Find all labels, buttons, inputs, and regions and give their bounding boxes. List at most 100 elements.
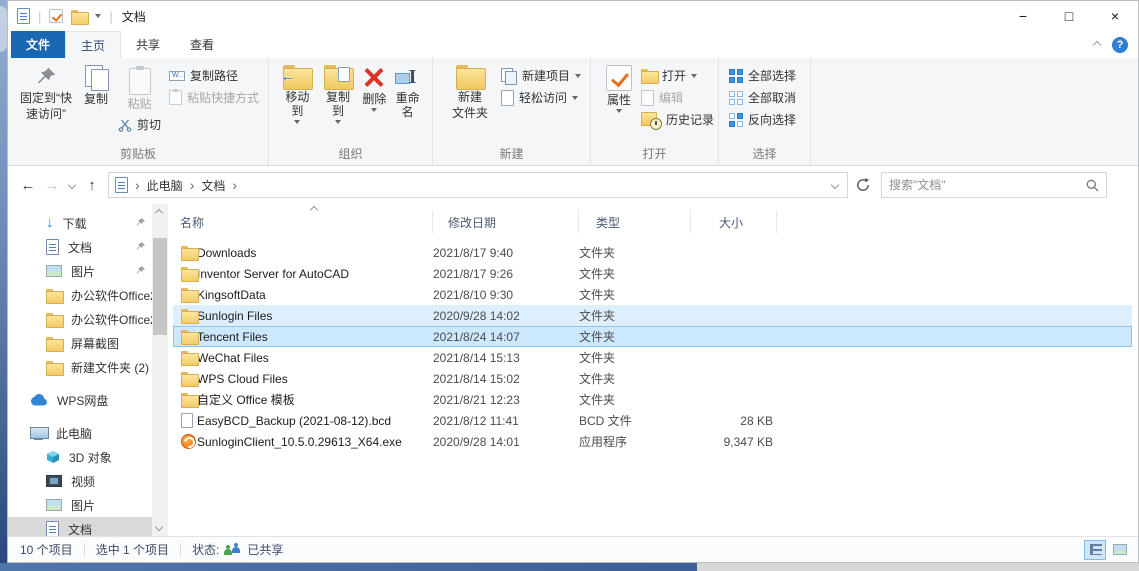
rename-button[interactable]: I 重命名: [390, 63, 428, 121]
ribbon-group-organize: ← 移动到 复制到 删除 I 重命名 组织: [269, 58, 433, 165]
select-all-button[interactable]: 全部选择: [725, 65, 800, 86]
new-item-button[interactable]: 新建项目: [497, 65, 585, 86]
file-row[interactable]: EasyBCD_Backup (2021-08-12).bcd 2021/8/1…: [173, 410, 1132, 431]
new-folder-qat-icon[interactable]: [71, 9, 90, 25]
navigation-pane: ↓ 下载 文档 图片 办公软件Office2 办公软件Office2 屏幕截图 …: [8, 204, 168, 536]
status-bar: 10 个项目 选中 1 个项目 状态: 已共享: [8, 536, 1138, 562]
move-to-icon: ←: [280, 65, 314, 90]
column-header-size[interactable]: 大小: [691, 211, 777, 233]
file-row-hovered[interactable]: Sunlogin Files 2020/9/28 14:02 文件夹: [173, 305, 1132, 326]
scroll-up-icon[interactable]: [154, 208, 164, 218]
file-row[interactable]: KingsoftData 2021/8/10 9:30 文件夹: [173, 284, 1132, 305]
copy-icon: [83, 65, 109, 91]
cube-icon: [47, 451, 59, 463]
back-button[interactable]: ←: [16, 177, 40, 194]
copy-path-icon: W…: [169, 70, 186, 81]
pin-to-quick-access-button[interactable]: 固定到“快 速访问”: [14, 63, 78, 123]
forward-button[interactable]: →: [40, 177, 64, 194]
move-to-button[interactable]: ← 移动到: [277, 63, 318, 126]
sidebar-item-wps-cloud[interactable]: WPS网盘: [8, 388, 152, 412]
picture-icon: [46, 265, 62, 277]
breadcrumb-documents[interactable]: 文档: [201, 177, 225, 194]
column-header-name[interactable]: 名称: [173, 205, 433, 233]
new-folder-button[interactable]: 新建 文件夹: [447, 63, 493, 122]
tab-home[interactable]: 主页: [65, 31, 122, 58]
file-row-selected[interactable]: Tencent Files 2021/8/24 14:07 文件夹: [173, 326, 1132, 347]
open-button[interactable]: 打开: [637, 65, 718, 86]
up-button[interactable]: ↑: [80, 177, 104, 194]
edit-button[interactable]: 编辑: [637, 87, 718, 108]
paste-shortcut-button[interactable]: 粘贴快捷方式: [165, 87, 263, 108]
delete-button[interactable]: 删除: [358, 63, 390, 114]
folder-icon: [181, 393, 199, 408]
refresh-button[interactable]: [849, 172, 876, 198]
copy-button[interactable]: 复制: [78, 63, 114, 108]
selected-count: 选中 1 个项目: [95, 543, 170, 557]
item-count: 10 个项目: [20, 543, 73, 557]
shared-people-icon: [223, 543, 243, 556]
ribbon-group-select: 全部选择 全部取消 反向选择 选择: [719, 58, 811, 165]
address-location-icon: [115, 177, 128, 193]
search-box[interactable]: [881, 172, 1107, 198]
group-label-open: 打开: [642, 147, 667, 161]
folder-icon: [181, 246, 199, 261]
rename-icon: I: [394, 65, 421, 89]
copy-to-button[interactable]: 复制到: [318, 63, 359, 126]
ribbon: 固定到“快 速访问” 复制 粘贴 剪切 W… 复制路径 粘贴快捷方式 剪贴板 ←…: [8, 58, 1138, 166]
invert-selection-button[interactable]: 反向选择: [725, 109, 800, 130]
minimize-button[interactable]: −: [1000, 1, 1046, 31]
film-icon: [46, 475, 62, 487]
column-header-type[interactable]: 类型: [579, 211, 691, 233]
column-header-date[interactable]: 修改日期: [433, 211, 579, 233]
help-icon[interactable]: ?: [1112, 36, 1128, 53]
sidebar-item-office-folder-1[interactable]: 办公软件Office2: [8, 283, 152, 307]
breadcrumb-this-pc[interactable]: 此电脑: [147, 177, 183, 194]
recent-locations-dropdown-icon[interactable]: [64, 180, 80, 190]
explorer-document-icon: [17, 8, 30, 24]
file-row[interactable]: WPS Cloud Files 2021/8/14 15:02 文件夹: [173, 368, 1132, 389]
sidebar-item-documents-quick[interactable]: 文档: [8, 235, 152, 259]
file-row[interactable]: Downloads 2021/8/17 9:40 文件夹: [173, 242, 1132, 263]
open-dropdown-icon: [691, 73, 698, 78]
sidebar-item-downloads[interactable]: ↓ 下载: [8, 211, 152, 235]
scrollbar-thumb[interactable]: [153, 238, 167, 335]
details-view-button[interactable]: [1084, 539, 1106, 560]
folder-icon: [181, 309, 199, 324]
history-button[interactable]: 历史记录: [637, 109, 718, 130]
sidebar-item-pictures-quick[interactable]: 图片: [8, 259, 152, 283]
sidebar-item-3d-objects[interactable]: 3D 对象: [8, 445, 152, 469]
sidebar-item-office-folder-2[interactable]: 办公软件Office2: [8, 307, 152, 331]
cut-button[interactable]: 剪切: [114, 114, 165, 135]
address-dropdown-icon[interactable]: [823, 180, 847, 190]
tab-share[interactable]: 共享: [121, 31, 175, 58]
properties-qat-icon[interactable]: [49, 9, 64, 23]
tab-file[interactable]: 文件: [11, 31, 66, 58]
close-button[interactable]: ×: [1092, 1, 1138, 31]
copy-path-button[interactable]: W… 复制路径: [165, 65, 263, 86]
file-row[interactable]: Inventor Server for AutoCAD 2021/8/17 9:…: [173, 263, 1132, 284]
details-view-icon: [1090, 544, 1102, 555]
sidebar-item-screenshots[interactable]: 屏幕截图: [8, 331, 152, 355]
easy-access-button[interactable]: 轻松访问: [497, 87, 585, 108]
tab-view[interactable]: 查看: [175, 31, 229, 58]
thumbnails-view-button[interactable]: [1109, 540, 1131, 560]
maximize-button[interactable]: □: [1046, 1, 1092, 31]
file-row[interactable]: SunloginClient_10.5.0.29613_X64.exe 2020…: [173, 431, 1132, 452]
sidebar-item-this-pc[interactable]: 此电脑: [8, 421, 152, 445]
sidebar-scrollbar[interactable]: [152, 204, 168, 536]
sidebar-item-videos[interactable]: 视频: [8, 469, 152, 493]
sidebar-item-new-folder[interactable]: 新建文件夹 (2): [8, 355, 152, 379]
address-bar[interactable]: › 此电脑 › 文档 ›: [108, 172, 848, 198]
qat-dropdown-icon[interactable]: [95, 14, 102, 18]
file-row[interactable]: 自定义 Office 模板 2021/8/21 12:23 文件夹: [173, 389, 1132, 410]
sidebar-item-documents[interactable]: 文档: [8, 517, 152, 536]
search-input[interactable]: [889, 178, 1086, 192]
file-row[interactable]: WeChat Files 2021/8/14 15:13 文件夹: [173, 347, 1132, 368]
collapse-ribbon-icon[interactable]: [1092, 40, 1102, 49]
scroll-down-icon[interactable]: [154, 522, 164, 532]
select-none-button[interactable]: 全部取消: [725, 87, 800, 108]
sidebar-item-pictures[interactable]: 图片: [8, 493, 152, 517]
paste-button[interactable]: 粘贴: [114, 65, 165, 113]
ribbon-group-open: 属性 打开 编辑 历史记录 打开: [591, 58, 719, 165]
properties-button[interactable]: 属性: [601, 63, 637, 115]
